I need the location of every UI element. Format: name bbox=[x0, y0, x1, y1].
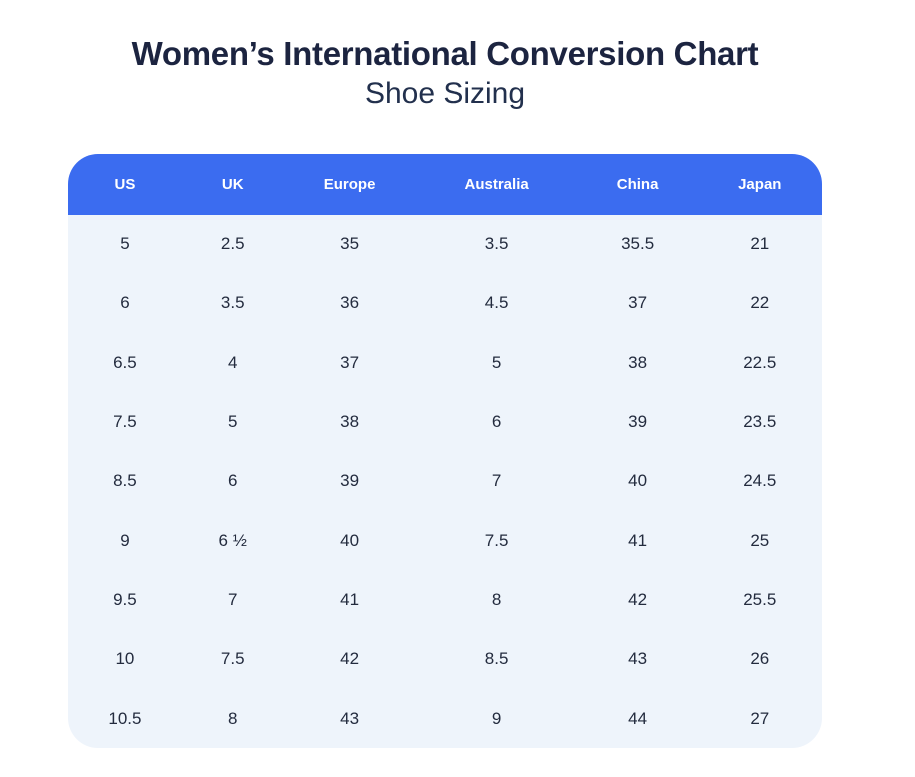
size-cell: 6 ½ bbox=[182, 511, 284, 570]
column-header-us: US bbox=[68, 154, 182, 215]
size-cell: 42 bbox=[578, 570, 698, 629]
size-cell: 26 bbox=[698, 630, 822, 689]
page-title: Women’s International Conversion Chart bbox=[68, 36, 822, 73]
column-header-china: China bbox=[578, 154, 698, 215]
size-cell: 7 bbox=[416, 452, 578, 511]
size-cell: 8 bbox=[416, 570, 578, 629]
size-cell: 43 bbox=[284, 689, 416, 748]
size-cell: 40 bbox=[578, 452, 698, 511]
size-cell: 38 bbox=[578, 333, 698, 392]
column-header-uk: UK bbox=[182, 154, 284, 215]
size-cell: 2.5 bbox=[182, 215, 284, 274]
size-cell: 8 bbox=[182, 689, 284, 748]
size-cell: 24.5 bbox=[698, 452, 822, 511]
size-cell: 22.5 bbox=[698, 333, 822, 392]
table-row: 6.5 4 37 5 38 22.5 bbox=[68, 333, 822, 392]
page-subtitle: Shoe Sizing bbox=[68, 77, 822, 111]
size-cell: 3.5 bbox=[416, 215, 578, 274]
size-cell: 8.5 bbox=[416, 630, 578, 689]
table-row: 10 7.5 42 8.5 43 26 bbox=[68, 630, 822, 689]
size-cell: 3.5 bbox=[182, 274, 284, 333]
column-header-australia: Australia bbox=[416, 154, 578, 215]
table-row: 5 2.5 35 3.5 35.5 21 bbox=[68, 215, 822, 274]
size-cell: 23.5 bbox=[698, 392, 822, 451]
size-cell: 10.5 bbox=[68, 689, 182, 748]
column-header-japan: Japan bbox=[698, 154, 822, 215]
size-cell: 8.5 bbox=[68, 452, 182, 511]
table-row: 9.5 7 41 8 42 25.5 bbox=[68, 570, 822, 629]
table-header-row: US UK Europe Australia China Japan bbox=[68, 154, 822, 215]
size-cell: 21 bbox=[698, 215, 822, 274]
size-cell: 40 bbox=[284, 511, 416, 570]
table-row: 10.5 8 43 9 44 27 bbox=[68, 689, 822, 748]
size-cell: 38 bbox=[284, 392, 416, 451]
size-cell: 35 bbox=[284, 215, 416, 274]
size-cell: 5 bbox=[182, 392, 284, 451]
size-cell: 35.5 bbox=[578, 215, 698, 274]
size-cell: 39 bbox=[284, 452, 416, 511]
size-cell: 37 bbox=[284, 333, 416, 392]
size-cell: 7 bbox=[182, 570, 284, 629]
size-cell: 37 bbox=[578, 274, 698, 333]
size-cell: 27 bbox=[698, 689, 822, 748]
size-cell: 4 bbox=[182, 333, 284, 392]
size-cell: 36 bbox=[284, 274, 416, 333]
size-cell: 41 bbox=[284, 570, 416, 629]
table-row: 6 3.5 36 4.5 37 22 bbox=[68, 274, 822, 333]
size-cell: 25 bbox=[698, 511, 822, 570]
size-cell: 5 bbox=[416, 333, 578, 392]
size-cell: 7.5 bbox=[68, 392, 182, 451]
table-row: 9 6 ½ 40 7.5 41 25 bbox=[68, 511, 822, 570]
size-cell: 6 bbox=[182, 452, 284, 511]
size-cell: 9 bbox=[416, 689, 578, 748]
size-cell: 44 bbox=[578, 689, 698, 748]
shoe-size-conversion-table: US UK Europe Australia China Japan 5 2.5… bbox=[68, 154, 822, 749]
size-cell: 4.5 bbox=[416, 274, 578, 333]
size-cell: 43 bbox=[578, 630, 698, 689]
size-cell: 6 bbox=[416, 392, 578, 451]
table-row: 7.5 5 38 6 39 23.5 bbox=[68, 392, 822, 451]
size-cell: 5 bbox=[68, 215, 182, 274]
size-cell: 7.5 bbox=[416, 511, 578, 570]
size-cell: 22 bbox=[698, 274, 822, 333]
size-cell: 9 bbox=[68, 511, 182, 570]
table-row: 8.5 6 39 7 40 24.5 bbox=[68, 452, 822, 511]
size-cell: 6.5 bbox=[68, 333, 182, 392]
size-cell: 42 bbox=[284, 630, 416, 689]
size-cell: 7.5 bbox=[182, 630, 284, 689]
size-cell: 41 bbox=[578, 511, 698, 570]
table-body: 5 2.5 35 3.5 35.5 21 6 3.5 36 4.5 37 22 … bbox=[68, 215, 822, 749]
size-cell: 25.5 bbox=[698, 570, 822, 629]
size-cell: 39 bbox=[578, 392, 698, 451]
size-cell: 9.5 bbox=[68, 570, 182, 629]
column-header-europe: Europe bbox=[284, 154, 416, 215]
size-cell: 10 bbox=[68, 630, 182, 689]
page-content: Women’s International Conversion Chart S… bbox=[68, 36, 822, 748]
size-cell: 6 bbox=[68, 274, 182, 333]
